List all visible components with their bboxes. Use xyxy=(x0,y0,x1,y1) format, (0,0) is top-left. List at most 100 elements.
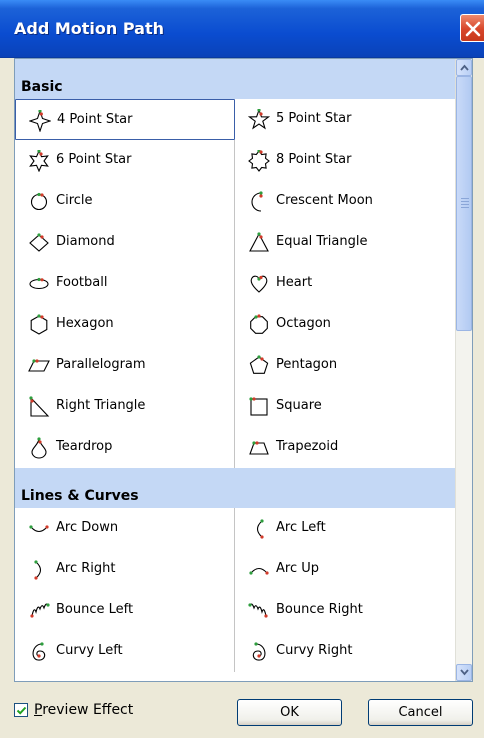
octagon-icon xyxy=(248,314,270,336)
motion-path-item-4-point-star[interactable]: 4 Point Star xyxy=(15,99,235,140)
motion-path-item-crescent-moon[interactable]: Crescent Moon xyxy=(235,181,455,222)
star8-icon xyxy=(248,150,270,172)
motion-path-item-pentagon[interactable]: Pentagon xyxy=(235,345,455,386)
motion-path-item-6-point-star[interactable]: 6 Point Star xyxy=(15,140,235,181)
pentagon-icon xyxy=(248,355,270,377)
curvy-right-icon xyxy=(248,641,270,663)
title-bar[interactable]: Add Motion Path xyxy=(0,0,484,58)
motion-path-label: Arc Up xyxy=(276,561,319,576)
motion-path-label: Teardrop xyxy=(56,439,113,454)
motion-path-item-octagon[interactable]: Octagon xyxy=(235,304,455,345)
square-icon xyxy=(248,396,270,418)
arc-left-icon xyxy=(248,518,270,540)
motion-path-label: Right Triangle xyxy=(56,398,146,413)
bounce-right-icon xyxy=(248,600,270,622)
motion-path-item-arc-down[interactable]: Arc Down xyxy=(15,508,235,549)
checkmark-icon xyxy=(16,706,27,715)
motion-path-item-bounce-left[interactable]: Bounce Left xyxy=(15,590,235,631)
motion-path-list-content: Basic 4 Point Star 5 Point Star 6 Point Sta… xyxy=(15,59,455,681)
arc-up-icon xyxy=(248,559,270,581)
bounce-left-icon xyxy=(28,600,50,622)
motion-path-item-curvy-right[interactable]: Curvy Right xyxy=(235,631,455,672)
motion-path-grid: 4 Point Star 5 Point Star 6 Point Star 8 Po… xyxy=(15,99,455,468)
motion-path-item-5-point-star[interactable]: 5 Point Star xyxy=(235,99,455,140)
motion-path-label: Octagon xyxy=(276,316,331,331)
motion-path-label: Arc Down xyxy=(56,520,119,535)
motion-path-label: Trapezoid xyxy=(276,439,339,454)
motion-path-item-8-point-star[interactable]: 8 Point Star xyxy=(235,140,455,181)
motion-path-item-trapezoid[interactable]: Trapezoid xyxy=(235,427,455,468)
motion-path-item-curvy-left[interactable]: Curvy Left xyxy=(15,631,235,672)
motion-path-label: Arc Right xyxy=(56,561,116,576)
chevron-up-icon xyxy=(460,64,469,71)
motion-path-label: Crescent Moon xyxy=(276,193,373,208)
ok-button[interactable]: OK xyxy=(237,699,342,726)
motion-path-label: Circle xyxy=(56,193,93,208)
motion-path-label: Diamond xyxy=(56,234,115,249)
motion-path-label: Square xyxy=(276,398,322,413)
motion-path-list[interactable]: Basic 4 Point Star 5 Point Star 6 Point Sta… xyxy=(14,58,473,682)
motion-path-label: Arc Left xyxy=(276,520,326,535)
motion-path-item-square[interactable]: Square xyxy=(235,386,455,427)
motion-path-item-right-triangle[interactable]: Right Triangle xyxy=(15,386,235,427)
motion-path-label: Equal Triangle xyxy=(276,234,368,249)
diamond-icon xyxy=(28,232,50,254)
equal-triangle-icon xyxy=(248,232,270,254)
group-header: Basic xyxy=(15,59,455,99)
motion-path-item-football[interactable]: Football xyxy=(15,263,235,304)
motion-path-grid: Arc Down Arc Left Arc Right Arc Up Bounce Le… xyxy=(15,508,455,672)
parallelogram-icon xyxy=(28,355,50,377)
teardrop-icon xyxy=(28,437,50,459)
motion-path-label: 4 Point Star xyxy=(57,112,133,127)
motion-path-item-heart[interactable]: Heart xyxy=(235,263,455,304)
motion-path-item-diamond[interactable]: Diamond xyxy=(15,222,235,263)
arc-down-icon xyxy=(28,518,50,540)
scroll-down-button[interactable] xyxy=(456,664,472,681)
motion-path-item-arc-up[interactable]: Arc Up xyxy=(235,549,455,590)
dialog-title: Add Motion Path xyxy=(14,19,164,38)
star5-icon xyxy=(248,109,270,131)
cancel-button[interactable]: Cancel xyxy=(368,699,473,726)
motion-path-item-circle[interactable]: Circle xyxy=(15,181,235,222)
motion-path-label: Curvy Left xyxy=(56,643,123,658)
close-icon xyxy=(465,21,481,37)
motion-path-label: Pentagon xyxy=(276,357,338,372)
motion-path-item-parallelogram[interactable]: Parallelogram xyxy=(15,345,235,386)
motion-path-label: Heart xyxy=(276,275,313,290)
scrollbar-thumb[interactable] xyxy=(456,76,472,331)
motion-path-label: 6 Point Star xyxy=(56,152,132,167)
right-triangle-icon xyxy=(28,396,50,418)
hexagon-icon xyxy=(28,314,50,336)
motion-path-label: Bounce Left xyxy=(56,602,134,617)
motion-path-label: Football xyxy=(56,275,108,290)
motion-path-label: Curvy Right xyxy=(276,643,353,658)
heart-icon xyxy=(248,273,270,295)
motion-path-label: 8 Point Star xyxy=(276,152,352,167)
circle-icon xyxy=(28,191,50,213)
star4-icon xyxy=(29,110,51,132)
curvy-left-icon xyxy=(28,641,50,663)
crescent-moon-icon xyxy=(248,191,270,213)
motion-path-item-bounce-right[interactable]: Bounce Right xyxy=(235,590,455,631)
arc-right-icon xyxy=(28,559,50,581)
preview-effect-checkbox[interactable] xyxy=(14,703,28,717)
motion-path-item-arc-left[interactable]: Arc Left xyxy=(235,508,455,549)
star6-icon xyxy=(28,150,50,172)
motion-path-item-equal-triangle[interactable]: Equal Triangle xyxy=(235,222,455,263)
scroll-up-button[interactable] xyxy=(456,59,472,76)
motion-path-item-hexagon[interactable]: Hexagon xyxy=(15,304,235,345)
football-icon xyxy=(28,273,50,295)
motion-path-item-teardrop[interactable]: Teardrop xyxy=(15,427,235,468)
dialog-footer: Preview Effect OK Cancel xyxy=(0,682,484,738)
motion-path-label: Hexagon xyxy=(56,316,114,331)
motion-path-label: 5 Point Star xyxy=(276,111,352,126)
add-motion-path-dialog: Add Motion Path Basic 4 Point Star 5 Point… xyxy=(0,0,484,738)
motion-path-label: Parallelogram xyxy=(56,357,146,372)
preview-effect-label[interactable]: Preview Effect xyxy=(34,702,133,718)
group-header: Lines & Curves xyxy=(15,468,455,508)
motion-path-item-arc-right[interactable]: Arc Right xyxy=(15,549,235,590)
scrollbar-grip xyxy=(461,198,469,210)
chevron-down-icon xyxy=(460,669,469,676)
close-button[interactable] xyxy=(460,14,484,42)
vertical-scrollbar[interactable] xyxy=(455,59,472,681)
